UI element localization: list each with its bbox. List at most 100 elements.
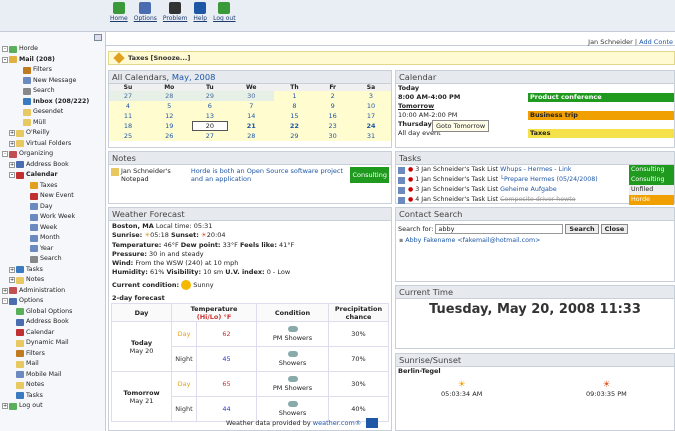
calendar-day[interactable]: 27 — [109, 91, 147, 101]
month-link[interactable]: May, 2008 — [172, 72, 216, 82]
agenda-event[interactable]: Taxes — [528, 129, 674, 138]
sidebar-item-o-reilly[interactable]: + O'Reilly — [2, 128, 105, 139]
sidebar-item-virtual-folders[interactable]: + Virtual Folders — [2, 139, 105, 150]
task-name[interactable]: Geheime Aufgabe — [500, 185, 557, 195]
calendar-day[interactable]: 31 — [350, 131, 391, 141]
sidebar-item-organizing[interactable]: - Organizing — [2, 149, 105, 160]
calendar-day[interactable]: 27 — [191, 131, 229, 141]
calendar-day[interactable]: 1 — [274, 91, 315, 101]
log-out-nav-button[interactable]: Log out — [213, 2, 236, 22]
calendar-day[interactable]: 25 — [109, 131, 147, 141]
sidebar-item-options[interactable]: - Options — [2, 296, 105, 307]
calendar-day[interactable]: 26 — [146, 131, 192, 141]
calendar-day[interactable]: 3 — [350, 91, 391, 101]
task-checkbox-icon[interactable] — [398, 166, 405, 174]
sidebar-item-tasks[interactable]: Tasks — [2, 391, 105, 402]
calendar-day[interactable]: 18 — [109, 121, 147, 131]
help-nav-button[interactable]: Help — [193, 2, 207, 22]
add-content-link[interactable]: Add Conte — [639, 38, 673, 46]
calendar-day[interactable]: 12 — [146, 111, 192, 121]
calendar-day[interactable]: 24 — [350, 121, 391, 131]
problem-nav-button[interactable]: Problem — [163, 2, 187, 22]
task-row[interactable]: ● 4 Jan Schneider's Task List Composite d… — [396, 195, 674, 205]
task-name[interactable]: └Prepare Hermes (05/24/2008) — [500, 175, 598, 185]
sidebar-item-mail[interactable]: Mail — [2, 359, 105, 370]
expand-toggle-icon[interactable]: + — [9, 277, 15, 284]
sidebar-item-week[interactable]: Week — [2, 223, 105, 234]
calendar-day[interactable]: 30 — [228, 91, 275, 101]
sidebar-item-filters[interactable]: Filters — [2, 65, 105, 76]
calendar-day[interactable]: 6 — [191, 101, 229, 111]
calendar-day[interactable]: 29 — [191, 91, 229, 101]
calendar-day[interactable]: 7 — [228, 101, 275, 111]
sidebar-item-address-book[interactable]: + Address Book — [2, 160, 105, 171]
alarm-title[interactable]: Taxes — [128, 54, 148, 62]
expand-toggle-icon[interactable]: - — [2, 298, 8, 305]
contact-search-input[interactable]: abby — [435, 224, 564, 234]
search-button[interactable]: Search — [565, 224, 599, 234]
expand-toggle-icon[interactable]: + — [2, 287, 8, 294]
task-row[interactable]: ● 3 Jan Schneider's Task List Geheime Auf… — [396, 185, 674, 195]
sidebar-item-search[interactable]: Search — [2, 254, 105, 265]
agenda-tomorrow-label[interactable]: Tomorrow — [396, 102, 674, 111]
sidebar-item-administration[interactable]: + Administration — [2, 286, 105, 297]
task-row[interactable]: ● 3 Jan Schneider's Task List Whups - Her… — [396, 165, 674, 175]
sidebar-item-notes[interactable]: + Notes — [2, 275, 105, 286]
sidebar-item-day[interactable]: Day — [2, 202, 105, 213]
expand-toggle-icon[interactable]: - — [2, 56, 8, 63]
calendar-day[interactable]: 13 — [191, 111, 229, 121]
sidebar-item-dynamic-mail[interactable]: Dynamic Mail — [2, 338, 105, 349]
task-name[interactable]: Composite driver howto — [500, 195, 575, 205]
note-text[interactable]: Horde is both an Open Source software pr… — [191, 167, 351, 183]
provider-link[interactable]: weather.com® — [313, 419, 362, 427]
close-button[interactable]: Close — [600, 224, 629, 234]
sidebar-item-taxes[interactable]: Taxes — [2, 181, 105, 192]
sidebar-item-month[interactable]: Month — [2, 233, 105, 244]
calendar-day[interactable]: 9 — [314, 101, 351, 111]
calendar-day[interactable]: 29 — [274, 131, 315, 141]
calendar-day[interactable]: 11 — [109, 111, 147, 121]
sidebar-item-address-book[interactable]: Address Book — [2, 317, 105, 328]
calendar-day[interactable]: 10 — [350, 101, 391, 111]
task-row[interactable]: ● 1 Jan Schneider's Task List └Prepare He… — [396, 175, 674, 185]
calendar-day[interactable]: 20 — [191, 121, 229, 131]
sidebar-item-log-out[interactable]: + Log out — [2, 401, 105, 412]
task-checkbox-icon[interactable] — [398, 176, 405, 184]
sidebar-item-global-options[interactable]: Global Options — [2, 307, 105, 318]
calendar-day[interactable]: 5 — [146, 101, 192, 111]
note-row[interactable]: Jan Schneider's Notepad Horde is both an… — [109, 165, 391, 185]
options-nav-button[interactable]: Options — [134, 2, 157, 22]
sidebar-item-inbox-208-222[interactable]: Inbox (208/222) — [2, 97, 105, 108]
sidebar-item-calendar[interactable]: - Calendar — [2, 170, 105, 181]
calendar-day[interactable]: 19 — [146, 121, 192, 131]
sidebar-item-notes[interactable]: Notes — [2, 380, 105, 391]
task-checkbox-icon[interactable] — [398, 196, 405, 204]
calendar-day[interactable]: 14 — [228, 111, 275, 121]
agenda-event[interactable]: Product conference — [528, 93, 674, 102]
calendar-day[interactable]: 17 — [350, 111, 391, 121]
calendar-day[interactable]: 16 — [314, 111, 351, 121]
agenda-row[interactable]: 8:00 AM-4:00 PM Product conference — [396, 93, 674, 102]
calendar-day[interactable]: 28 — [146, 91, 192, 101]
agenda-row[interactable]: 10:00 AM-2:00 PM Business trip — [396, 111, 674, 120]
calendar-day[interactable]: 28 — [228, 131, 275, 141]
sidebar-item-horde[interactable]: - Horde — [2, 44, 105, 55]
expand-toggle-icon[interactable]: + — [9, 130, 15, 137]
sidebar-item-new-event[interactable]: New Event — [2, 191, 105, 202]
home-nav-button[interactable]: Home — [110, 2, 128, 22]
sidebar-item-work-week[interactable]: Work Week — [2, 212, 105, 223]
task-checkbox-icon[interactable] — [398, 186, 405, 194]
expand-toggle-icon[interactable]: - — [9, 172, 15, 179]
calendar-day[interactable]: 21 — [228, 121, 275, 131]
calendar-day[interactable]: 4 — [109, 101, 147, 111]
expand-toggle-icon[interactable]: - — [2, 46, 8, 53]
sidebar-item-tasks[interactable]: + Tasks — [2, 265, 105, 276]
sidebar-item-new-message[interactable]: New Message — [2, 76, 105, 87]
expand-toggle-icon[interactable]: + — [2, 403, 8, 410]
sidebar-item-mobile-mail[interactable]: Mobile Mail — [2, 370, 105, 381]
sidebar-item-search[interactable]: Search — [2, 86, 105, 97]
snooze-link[interactable]: [Snooze...] — [151, 54, 191, 62]
sidebar-item-calendar[interactable]: Calendar — [2, 328, 105, 339]
sidebar-item-year[interactable]: Year — [2, 244, 105, 255]
calendar-day[interactable]: 8 — [274, 101, 315, 111]
